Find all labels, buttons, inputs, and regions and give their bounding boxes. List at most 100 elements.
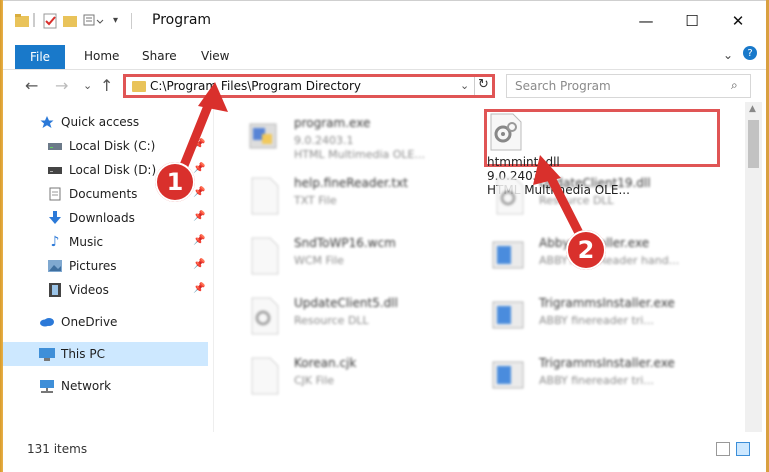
dll-gear-icon xyxy=(244,296,282,336)
scroll-up-icon[interactable]: ▲ xyxy=(749,104,756,114)
pictures-icon xyxy=(47,258,63,274)
navigation-pane: Quick access Local Disk (C:) 📌 Local Dis… xyxy=(3,102,208,432)
file-name: help.fineReader.txt xyxy=(294,176,408,190)
exe-icon xyxy=(244,116,282,156)
file-name: TrigrammsInstaller.exe xyxy=(539,356,675,370)
pin-icon: 📌 xyxy=(193,235,206,246)
status-bar: 131 items xyxy=(3,432,766,472)
text-file-icon xyxy=(244,176,282,216)
back-button[interactable]: ← xyxy=(25,76,38,95)
pin-icon: 📌 xyxy=(193,259,206,270)
sidebar-item-music[interactable]: ♪ Music 📌 xyxy=(3,230,208,254)
new-folder-icon[interactable] xyxy=(63,13,77,29)
tab-share[interactable]: Share xyxy=(142,49,177,63)
forward-button[interactable]: → xyxy=(55,76,68,95)
drive-icon xyxy=(47,138,63,154)
sidebar-item-onedrive[interactable]: OneDrive xyxy=(3,310,208,334)
navigation-bar: ← → ⌄ ↑ C:\Program Files\Program Directo… xyxy=(3,70,766,102)
properties-icon[interactable] xyxy=(43,13,57,29)
help-icon[interactable]: ? xyxy=(743,46,757,60)
pin-icon: 📌 xyxy=(193,163,206,174)
tab-file[interactable]: File xyxy=(15,45,65,69)
sidebar-item-label: Pictures xyxy=(69,259,117,273)
download-icon xyxy=(47,210,63,226)
file-item-updateclient5-dll[interactable]: UpdateClient5.dll Resource DLL xyxy=(234,288,474,342)
file-description: HTML Multimedia OLE... xyxy=(294,148,425,161)
file-item-trigramms-installer[interactable]: TrigrammsInstaller.exe ABBY finereader t… xyxy=(479,288,719,342)
search-input[interactable]: Search Program ⌕ xyxy=(506,74,751,98)
dll-gear-icon xyxy=(487,112,717,155)
music-icon: ♪ xyxy=(50,234,60,250)
dll-gear-icon xyxy=(489,176,527,216)
window-title: Program xyxy=(152,12,212,28)
address-text[interactable]: C:\Program Files\Program Directory xyxy=(150,79,361,93)
vertical-scrollbar[interactable]: ▲ xyxy=(745,102,762,432)
sidebar-item-label: This PC xyxy=(61,347,105,361)
drive-icon xyxy=(47,162,63,178)
blank-file-icon xyxy=(244,356,282,396)
sidebar-item-label: Local Disk (C:) xyxy=(69,139,156,153)
sidebar-item-downloads[interactable]: Downloads 📌 xyxy=(3,206,208,230)
file-description: ABBY finereader tri... xyxy=(539,374,654,387)
quick-access-dropdown-icon[interactable]: ▾ xyxy=(113,15,123,31)
address-bar[interactable]: C:\Program Files\Program Directory ⌄ ↻ xyxy=(123,74,495,98)
close-button[interactable]: ✕ xyxy=(721,7,755,35)
pin-icon: 📌 xyxy=(193,283,206,294)
sidebar-item-label: Downloads xyxy=(69,211,135,225)
file-item-program-exe[interactable]: program.exe 9.0.2403.1 HTML Multimedia O… xyxy=(234,108,474,162)
network-icon xyxy=(39,378,55,394)
file-name: TrigrammsInstaller.exe xyxy=(539,296,675,310)
file-item-updateclient19-dll[interactable]: UpdateClient19.dll Resource DLL xyxy=(479,168,719,222)
sidebar-item-label: Documents xyxy=(69,187,138,201)
sidebar-item-quick-access[interactable]: Quick access xyxy=(3,110,208,134)
customize-toolbar-icon[interactable] xyxy=(83,13,105,29)
cloud-icon xyxy=(39,314,55,330)
file-name: htmmintl.dll xyxy=(487,155,560,169)
address-dropdown-icon[interactable]: ⌄ xyxy=(460,79,469,92)
step-1-badge: 1 xyxy=(155,162,195,202)
file-list: program.exe 9.0.2403.1 HTML Multimedia O… xyxy=(214,102,744,432)
file-version: 9.0.2403.1 xyxy=(294,134,354,147)
installer-icon xyxy=(489,236,527,276)
refresh-icon[interactable]: ↻ xyxy=(478,77,489,92)
title-bar: ▾ Program — ☐ ✕ xyxy=(3,1,766,41)
blank-file-icon xyxy=(244,236,282,276)
file-description: ABBYY fineReader hand... xyxy=(539,254,680,267)
large-icons-view-icon[interactable] xyxy=(736,442,750,456)
item-count: 131 items xyxy=(27,442,88,456)
file-item-htmmintl-dll[interactable]: htmmintl.dll 9.0.2403.1 HTML Multimedia … xyxy=(484,109,720,197)
sidebar-item-local-disk-c[interactable]: Local Disk (C:) 📌 xyxy=(3,134,208,158)
scrollbar-thumb[interactable] xyxy=(748,120,759,168)
file-name: UpdateClient5.dll xyxy=(294,296,398,310)
up-button[interactable]: ↑ xyxy=(100,76,113,95)
minimize-button[interactable]: — xyxy=(629,7,663,35)
expand-ribbon-icon[interactable]: ⌄ xyxy=(723,48,733,62)
recent-locations-button[interactable]: ⌄ xyxy=(83,79,92,92)
tab-view[interactable]: View xyxy=(201,49,229,63)
file-type: CJK File xyxy=(294,374,335,387)
sidebar-item-this-pc[interactable]: This PC xyxy=(3,342,208,366)
sidebar-item-label: Quick access xyxy=(61,115,140,129)
file-item-sndtowp16-wcm[interactable]: SndToWP16.wcm WCM File xyxy=(234,228,474,282)
sidebar-item-videos[interactable]: Videos 📌 xyxy=(3,278,208,302)
file-item-korean-cjk[interactable]: Korean.cjk CJK File xyxy=(234,348,474,402)
file-name: UpdateClient19.dll xyxy=(539,176,651,190)
file-item-help-txt[interactable]: help.fineReader.txt TXT File xyxy=(234,168,474,222)
file-item-trigramms-installer-2[interactable]: TrigrammsInstaller.exe ABBY finereader t… xyxy=(479,348,719,402)
sidebar-item-label: Local Disk (D:) xyxy=(69,163,157,177)
sidebar-item-network[interactable]: Network xyxy=(3,374,208,398)
maximize-button[interactable]: ☐ xyxy=(675,7,709,35)
title-divider xyxy=(131,13,132,29)
search-icon[interactable]: ⌕ xyxy=(731,78,738,93)
sidebar-item-pictures[interactable]: Pictures 📌 xyxy=(3,254,208,278)
step-2-badge: 2 xyxy=(566,230,606,270)
explorer-window: ▾ Program — ☐ ✕ File Home Share View ⌄ ?… xyxy=(3,0,766,472)
pin-icon: 📌 xyxy=(193,211,206,222)
details-view-icon[interactable] xyxy=(716,442,730,456)
pin-icon: 📌 xyxy=(193,187,206,198)
address-divider xyxy=(474,77,475,95)
folder-icon xyxy=(132,81,146,92)
file-name: program.exe xyxy=(294,116,371,130)
tab-home[interactable]: Home xyxy=(84,49,119,63)
toolbar-divider xyxy=(33,13,35,27)
